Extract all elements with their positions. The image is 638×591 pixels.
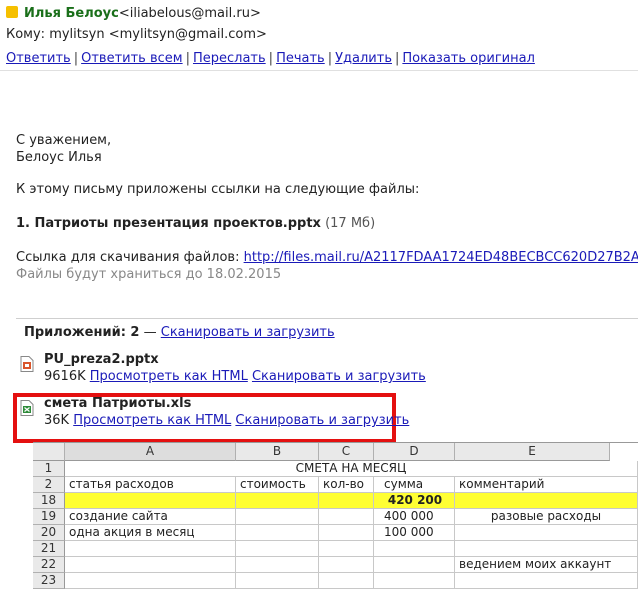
- reply-link[interactable]: Ответить: [6, 51, 71, 66]
- sheet-cell[interactable]: 400 000: [374, 509, 455, 525]
- storage-note: Файлы будут храниться до 18.02.2015: [16, 267, 282, 282]
- sheet-cell[interactable]: [319, 509, 374, 525]
- shared-file-name: 1. Патриоты презентация проектов.pptx: [16, 216, 321, 231]
- sheet-cell[interactable]: [236, 509, 319, 525]
- column-header[interactable]: B: [236, 443, 319, 461]
- scan-all-link[interactable]: Сканировать и загрузить: [161, 325, 335, 340]
- sheet-cell[interactable]: [65, 541, 236, 557]
- attachments-divider: [16, 318, 638, 319]
- row-number[interactable]: 23: [33, 573, 65, 589]
- download-label: Ссылка для скачивания файлов:: [16, 250, 240, 265]
- sheet-cell[interactable]: ведением моих аккаунт: [455, 557, 638, 573]
- message-signature: С уважением, Белоус Илья: [16, 132, 111, 166]
- separator: |: [268, 51, 274, 66]
- sheet-title-cell[interactable]: СМЕТА НА МЕСЯЦ: [65, 461, 638, 477]
- sender-email: <iliabelous@mail.ru>: [118, 6, 261, 21]
- separator: |: [327, 51, 333, 66]
- separator: |: [185, 51, 190, 66]
- sheet-cell[interactable]: [65, 493, 236, 509]
- delete-link[interactable]: Удалить: [335, 51, 392, 66]
- sheet-cell[interactable]: [455, 541, 638, 557]
- view-html-link[interactable]: Просмотреть как HTML: [73, 413, 231, 428]
- scan-download-link[interactable]: Сканировать и загрузить: [252, 369, 426, 384]
- row-number[interactable]: 18: [33, 493, 65, 509]
- sheet-cell[interactable]: [455, 573, 638, 589]
- download-line: Ссылка для скачивания файлов: http://fil…: [16, 250, 638, 265]
- sheet-cell[interactable]: комментарий: [455, 477, 638, 493]
- column-header[interactable]: C: [319, 443, 374, 461]
- sender-line: Илья Белоус<iliabelous@mail.ru>: [6, 6, 261, 21]
- sheet-cell[interactable]: [319, 573, 374, 589]
- attachment-name[interactable]: PU_preza2.pptx: [44, 352, 159, 367]
- sheet-cell[interactable]: [319, 525, 374, 541]
- sheet-cell[interactable]: [236, 557, 319, 573]
- attachments-count: Приложений: 2: [24, 325, 140, 340]
- sheet-cell[interactable]: [65, 573, 236, 589]
- sheet-cell[interactable]: [455, 525, 638, 541]
- sheet-cell[interactable]: создание сайта: [65, 509, 236, 525]
- sheet-cell[interactable]: 420 200: [374, 493, 455, 509]
- sheet-cell[interactable]: [374, 541, 455, 557]
- attachment-size: 9616K: [44, 369, 86, 384]
- sheet-cell[interactable]: [236, 573, 319, 589]
- star-icon[interactable]: [6, 6, 18, 18]
- dash: —: [139, 325, 161, 340]
- sheet-cell[interactable]: кол-во: [319, 477, 374, 493]
- column-header[interactable]: D: [374, 443, 455, 461]
- attachment-meta: 36K Просмотреть как HTML Сканировать и з…: [44, 413, 409, 428]
- sheet-cell[interactable]: [374, 557, 455, 573]
- sheet-cell[interactable]: одна акция в месяц: [65, 525, 236, 541]
- row-number[interactable]: 1: [33, 461, 65, 477]
- corner-header[interactable]: [33, 443, 65, 461]
- show-original-link[interactable]: Показать оригинал: [402, 51, 535, 66]
- header-divider: [0, 70, 638, 71]
- signature-line: Белоус Илья: [16, 150, 102, 165]
- row-number[interactable]: 21: [33, 541, 65, 557]
- attachment-size: 36K: [44, 413, 70, 428]
- separator: |: [394, 51, 400, 66]
- sheet-cell[interactable]: стоимость: [236, 477, 319, 493]
- sender-name[interactable]: Илья Белоус: [24, 6, 119, 21]
- sheet-cell[interactable]: статья расходов: [65, 477, 236, 493]
- sheet-cell[interactable]: [236, 541, 319, 557]
- forward-link[interactable]: Переслать: [193, 51, 266, 66]
- attachments-header: Приложений: 2 — Сканировать и загрузить: [24, 325, 335, 340]
- message-actions: Ответить | Ответить всем | Переслать | Печать |…: [6, 51, 535, 66]
- sheet-cell[interactable]: [65, 557, 236, 573]
- attachment-meta: 9616K Просмотреть как HTML Сканировать и…: [44, 369, 426, 384]
- row-number[interactable]: 22: [33, 557, 65, 573]
- row-number[interactable]: 19: [33, 509, 65, 525]
- sheet-cell[interactable]: 100 000: [374, 525, 455, 541]
- attachment-name[interactable]: смета Патриоты.xls: [44, 396, 191, 411]
- pptx-file-icon: [20, 356, 34, 372]
- shared-file-entry: 1. Патриоты презентация проектов.pptx (1…: [16, 216, 375, 231]
- sheet-cell[interactable]: [319, 541, 374, 557]
- spreadsheet-preview: A B C D E 1 СМЕТА НА МЕСЯЦ 2 статья расходо…: [33, 442, 638, 591]
- sheet-cell[interactable]: [374, 573, 455, 589]
- sheet-cell[interactable]: разовые расходы: [455, 509, 638, 525]
- row-number[interactable]: 2: [33, 477, 65, 493]
- sheet-cell[interactable]: [319, 493, 374, 509]
- xls-file-icon: [20, 400, 34, 416]
- column-header[interactable]: A: [65, 443, 236, 461]
- scan-download-link[interactable]: Сканировать и загрузить: [235, 413, 409, 428]
- separator: |: [73, 51, 79, 66]
- download-link[interactable]: http://files.mail.ru/A2117FDAA1724ED48BE…: [244, 250, 638, 265]
- sheet-cell[interactable]: [319, 557, 374, 573]
- view-html-link[interactable]: Просмотреть как HTML: [90, 369, 248, 384]
- recipient-line: Кому: mylitsyn <mylitsyn@gmail.com>: [6, 27, 267, 42]
- row-number[interactable]: 20: [33, 525, 65, 541]
- reply-all-link[interactable]: Ответить всем: [81, 51, 182, 66]
- sheet-cell[interactable]: [236, 493, 319, 509]
- sheet-cell[interactable]: [455, 493, 638, 509]
- files-intro: К этому письму приложены ссылки на следу…: [16, 182, 420, 197]
- print-link[interactable]: Печать: [276, 51, 325, 66]
- signature-line: С уважением,: [16, 133, 112, 148]
- sheet-cell[interactable]: [236, 525, 319, 541]
- sheet-cell[interactable]: сумма: [374, 477, 455, 493]
- column-header[interactable]: E: [455, 443, 610, 461]
- shared-file-size: (17 Мб): [325, 216, 376, 231]
